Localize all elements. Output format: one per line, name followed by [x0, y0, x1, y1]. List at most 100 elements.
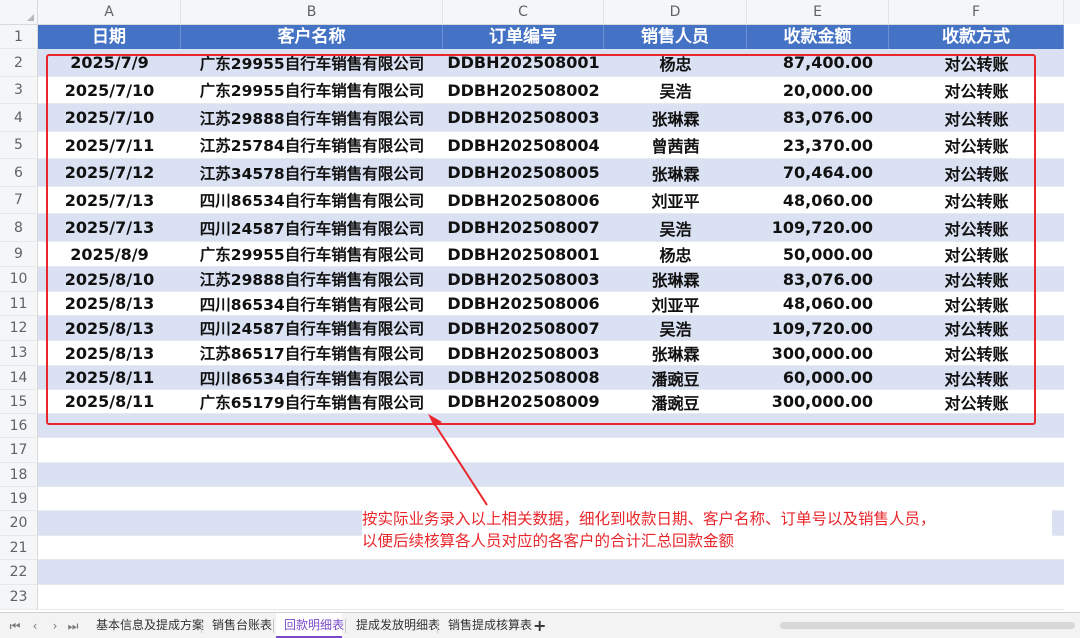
- cell-customer[interactable]: 四川86534自行车销售有限公司: [181, 187, 443, 213]
- cell-date[interactable]: 2025/7/13: [38, 214, 181, 241]
- header-cell-salesperson[interactable]: 销售人员: [604, 25, 747, 49]
- column-header-a[interactable]: A: [38, 0, 181, 24]
- cell-payment-method[interactable]: 对公转账: [889, 49, 1064, 76]
- cell-salesperson[interactable]: 刘亚平: [604, 187, 747, 213]
- cell-salesperson[interactable]: 杨忠: [604, 49, 747, 76]
- cell-order-no[interactable]: DDBH202508009: [443, 390, 604, 413]
- cell-salesperson[interactable]: 杨忠: [604, 242, 747, 266]
- cell-order-no[interactable]: DDBH202508001: [443, 242, 604, 266]
- cell-order-no[interactable]: DDBH202508004: [443, 132, 604, 158]
- row-header[interactable]: 21: [0, 536, 38, 560]
- add-sheet-icon[interactable]: +: [533, 613, 546, 638]
- cell-amount[interactable]: 109,720.00: [747, 214, 889, 241]
- cell-customer[interactable]: 四川86534自行车销售有限公司: [181, 292, 443, 315]
- row-header[interactable]: 1: [0, 25, 38, 49]
- cell-salesperson[interactable]: 潘豌豆: [604, 390, 747, 413]
- cell-salesperson[interactable]: 吴浩: [604, 214, 747, 241]
- cell-date[interactable]: 2025/7/10: [38, 104, 181, 131]
- prev-sheet-icon[interactable]: ‹: [28, 617, 42, 635]
- header-cell-customer[interactable]: 客户名称: [181, 25, 443, 49]
- cell-payment-method[interactable]: 对公转账: [889, 187, 1064, 213]
- row-header[interactable]: 3: [0, 77, 38, 104]
- cell-salesperson[interactable]: 张琳霖: [604, 267, 747, 291]
- row-header[interactable]: 6: [0, 159, 38, 187]
- row-header[interactable]: 2: [0, 49, 38, 77]
- cell-amount[interactable]: 87,400.00: [747, 49, 889, 76]
- cell-date[interactable]: 2025/7/11: [38, 132, 181, 158]
- cell-customer[interactable]: 广东65179自行车销售有限公司: [181, 390, 443, 413]
- cell-payment-method[interactable]: 对公转账: [889, 104, 1064, 131]
- cell-amount[interactable]: 48,060.00: [747, 187, 889, 213]
- cell-customer[interactable]: 江苏29888自行车销售有限公司: [181, 104, 443, 131]
- column-header-b[interactable]: B: [181, 0, 443, 24]
- cell-order-no[interactable]: DDBH202508006: [443, 187, 604, 213]
- cell-salesperson[interactable]: 张琳霖: [604, 159, 747, 186]
- cell-date[interactable]: 2025/8/13: [38, 341, 181, 365]
- cell-order-no[interactable]: DDBH202508005: [443, 159, 604, 186]
- cell-date[interactable]: 2025/8/10: [38, 267, 181, 291]
- row-header[interactable]: 14: [0, 366, 38, 390]
- empty-row[interactable]: [38, 463, 1064, 487]
- row-header[interactable]: 11: [0, 292, 38, 316]
- cell-customer[interactable]: 江苏86517自行车销售有限公司: [181, 341, 443, 365]
- cell-date[interactable]: 2025/8/11: [38, 366, 181, 389]
- row-header[interactable]: 8: [0, 214, 38, 242]
- cell-date[interactable]: 2025/7/12: [38, 159, 181, 186]
- cell-payment-method[interactable]: 对公转账: [889, 341, 1064, 365]
- cell-payment-method[interactable]: 对公转账: [889, 77, 1064, 103]
- cell-amount[interactable]: 300,000.00: [747, 341, 889, 365]
- tab-basic-info[interactable]: 基本信息及提成方案: [88, 613, 204, 638]
- row-header[interactable]: 22: [0, 560, 38, 585]
- cell-order-no[interactable]: DDBH202508008: [443, 366, 604, 389]
- header-cell-date[interactable]: 日期: [38, 25, 181, 49]
- row-header[interactable]: 7: [0, 187, 38, 214]
- cell-customer[interactable]: 江苏34578自行车销售有限公司: [181, 159, 443, 186]
- header-cell-order-no[interactable]: 订单编号: [443, 25, 604, 49]
- row-header[interactable]: 5: [0, 132, 38, 159]
- header-cell-amount[interactable]: 收款金额: [747, 25, 889, 49]
- cell-amount[interactable]: 83,076.00: [747, 267, 889, 291]
- cell-customer[interactable]: 四川24587自行车销售有限公司: [181, 316, 443, 340]
- horizontal-scrollbar[interactable]: [780, 622, 1075, 629]
- cell-amount[interactable]: 48,060.00: [747, 292, 889, 315]
- cell-date[interactable]: 2025/8/13: [38, 292, 181, 315]
- cell-amount[interactable]: 70,464.00: [747, 159, 889, 186]
- cell-salesperson[interactable]: 曾茜茜: [604, 132, 747, 158]
- cell-payment-method[interactable]: 对公转账: [889, 316, 1064, 340]
- row-header[interactable]: 20: [0, 511, 38, 536]
- row-header[interactable]: 23: [0, 585, 38, 610]
- cell-payment-method[interactable]: 对公转账: [889, 267, 1064, 291]
- cell-order-no[interactable]: DDBH202508007: [443, 214, 604, 241]
- tab-sales-ledger[interactable]: 销售台账表: [204, 613, 272, 638]
- cell-order-no[interactable]: DDBH202508007: [443, 316, 604, 340]
- column-header-c[interactable]: C: [443, 0, 604, 24]
- row-header[interactable]: 16: [0, 414, 38, 438]
- vertical-scrollbar[interactable]: [1064, 24, 1080, 612]
- row-header[interactable]: 9: [0, 242, 38, 267]
- cell-amount[interactable]: 83,076.00: [747, 104, 889, 131]
- cell-customer[interactable]: 江苏29888自行车销售有限公司: [181, 267, 443, 291]
- cell-date[interactable]: 2025/7/10: [38, 77, 181, 103]
- cell-salesperson[interactable]: 刘亚平: [604, 292, 747, 315]
- cell-order-no[interactable]: DDBH202508003: [443, 341, 604, 365]
- cell-customer[interactable]: 广东29955自行车销售有限公司: [181, 49, 443, 76]
- cell-customer[interactable]: 江苏25784自行车销售有限公司: [181, 132, 443, 158]
- cell-payment-method[interactable]: 对公转账: [889, 214, 1064, 241]
- cell-salesperson[interactable]: 潘豌豆: [604, 366, 747, 389]
- cell-order-no[interactable]: DDBH202508001: [443, 49, 604, 76]
- empty-row[interactable]: [38, 585, 1064, 610]
- row-header[interactable]: 17: [0, 438, 38, 463]
- cell-order-no[interactable]: DDBH202508003: [443, 267, 604, 291]
- next-sheet-icon[interactable]: ›: [48, 617, 62, 635]
- row-header[interactable]: 15: [0, 390, 38, 414]
- cell-date[interactable]: 2025/7/13: [38, 187, 181, 213]
- cell-amount[interactable]: 60,000.00: [747, 366, 889, 389]
- cell-amount[interactable]: 50,000.00: [747, 242, 889, 266]
- row-header[interactable]: 12: [0, 316, 38, 341]
- row-header[interactable]: 4: [0, 104, 38, 132]
- tab-commission-calc[interactable]: 销售提成核算表: [440, 613, 532, 638]
- column-header-e[interactable]: E: [747, 0, 889, 24]
- cell-amount[interactable]: 109,720.00: [747, 316, 889, 340]
- last-sheet-icon[interactable]: ⏭: [66, 617, 80, 635]
- empty-row[interactable]: [38, 560, 1064, 585]
